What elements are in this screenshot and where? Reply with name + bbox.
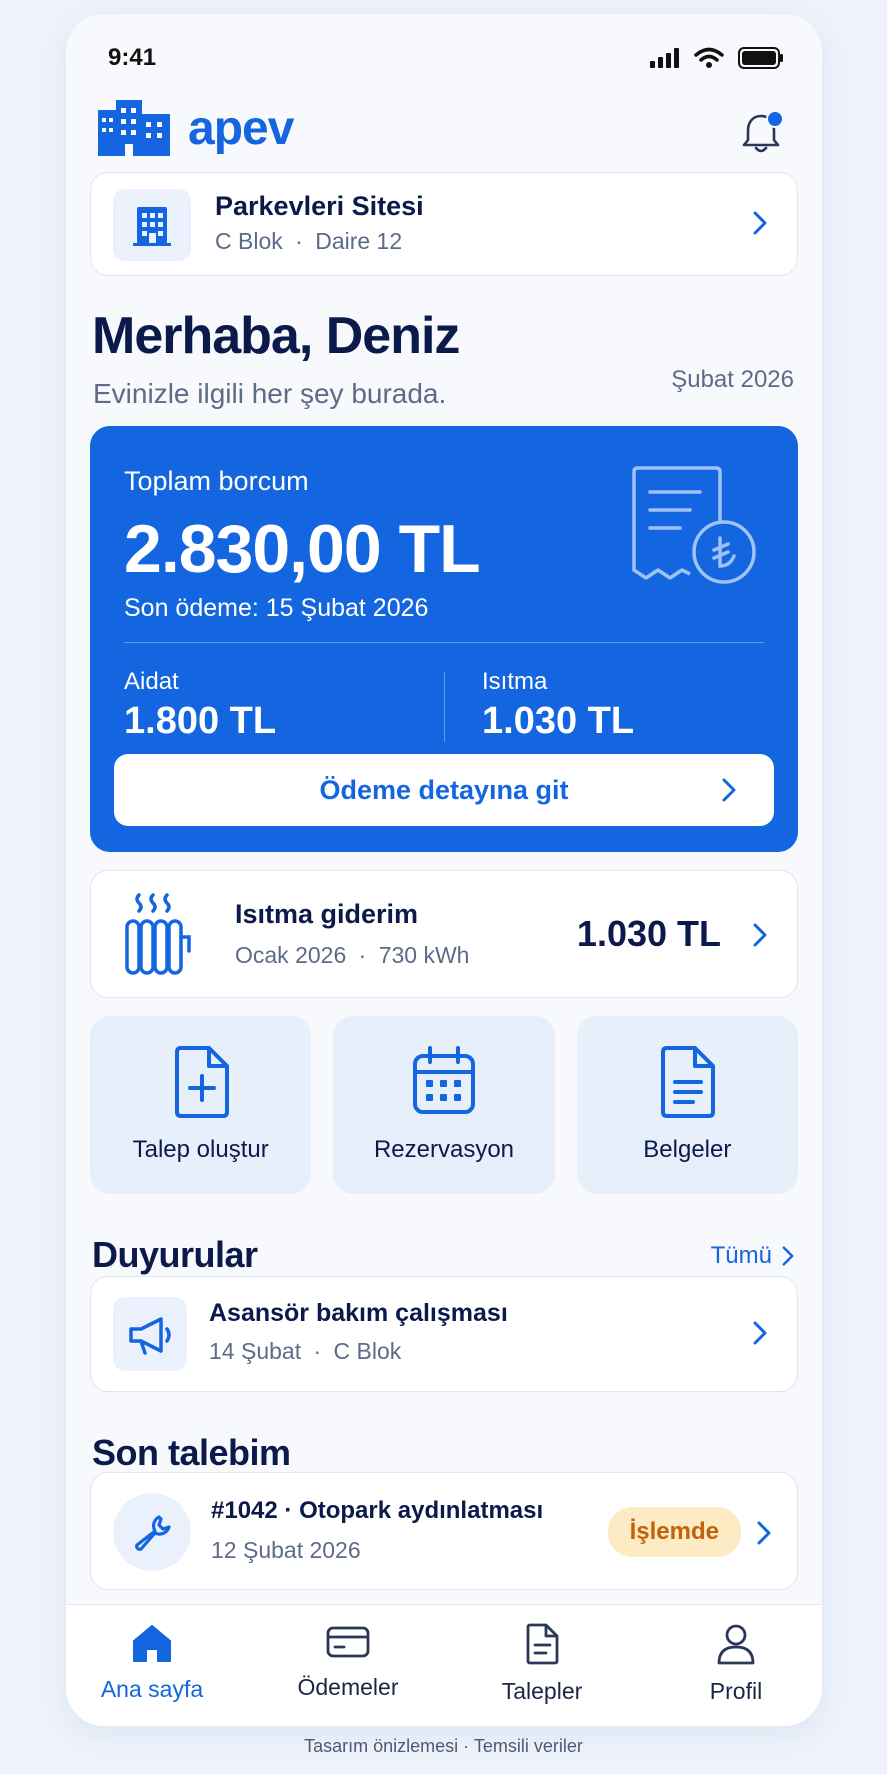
chevron-right-icon bbox=[753, 211, 767, 235]
divider bbox=[124, 642, 764, 643]
separator: · bbox=[295, 228, 303, 254]
phone-frame: 9:41 apev Parkevleri Sitesi C Blok · Dai… bbox=[66, 14, 822, 1726]
user-icon bbox=[717, 1624, 755, 1665]
bell-icon bbox=[742, 110, 784, 153]
preview-footer: Tasarım önizlemesi · Temsili veriler bbox=[304, 1736, 583, 1756]
debt-summary-card: Toplam borcum 2.830,00 TL Son ödeme: 15 … bbox=[90, 426, 798, 852]
signal-icon bbox=[650, 48, 679, 68]
chevron-right-icon bbox=[753, 923, 767, 947]
greeting-subtitle: Evinizle ilgili her şey burada. bbox=[93, 378, 447, 409]
battery-icon bbox=[738, 47, 783, 69]
create-request-tile[interactable]: Talep oluştur bbox=[90, 1016, 312, 1194]
nav-home[interactable]: Ana sayfa bbox=[72, 1623, 232, 1703]
separator: · bbox=[358, 942, 367, 968]
announcements-heading: Duyurular bbox=[92, 1234, 258, 1275]
heating-expense-card[interactable]: Isıtma giderim Ocak 2026 · 730 kWh 1.030… bbox=[90, 870, 798, 998]
nav-profile[interactable]: Profil bbox=[656, 1623, 816, 1705]
file-plus-icon bbox=[174, 1046, 229, 1118]
documents-tile[interactable]: Belgeler bbox=[576, 1016, 798, 1194]
request-title: #1042 · Otopark aydınlatması bbox=[211, 1497, 544, 1524]
building-icon bbox=[133, 207, 171, 246]
site-selector[interactable]: Parkevleri Sitesi C Blok · Daire 12 bbox=[90, 172, 798, 276]
chevron-right-icon bbox=[722, 778, 736, 802]
calendar-icon bbox=[412, 1046, 475, 1114]
reservation-label: Rezervasyon bbox=[373, 1136, 515, 1163]
wrench-icon bbox=[135, 1515, 171, 1551]
site-apartment: Daire 12 bbox=[315, 228, 403, 254]
chevron-right-icon bbox=[757, 1521, 771, 1545]
separator: · bbox=[313, 1338, 322, 1364]
app-logo: apev bbox=[96, 100, 294, 156]
megaphone-icon bbox=[129, 1317, 171, 1355]
debt-label: Toplam borcum bbox=[124, 466, 309, 496]
nav-home-label: Ana sayfa bbox=[100, 1676, 204, 1702]
receipt-lira-icon bbox=[632, 466, 756, 584]
radiator-icon bbox=[125, 893, 191, 975]
greeting-title: Merhaba, Deniz bbox=[92, 307, 460, 365]
request-date: 12 Şubat 2026 bbox=[211, 1537, 361, 1563]
quick-actions: Talep oluştur Rezervasyon Belgeler bbox=[90, 1016, 798, 1194]
nav-requests[interactable]: Talepler bbox=[462, 1623, 622, 1705]
nav-profile-label: Profil bbox=[709, 1678, 763, 1704]
payment-detail-label: Ödeme detayına git bbox=[319, 774, 569, 805]
create-request-label: Talep oluştur bbox=[132, 1136, 269, 1163]
status-time: 9:41 bbox=[108, 44, 157, 71]
heating-value: 1.030 TL bbox=[482, 700, 635, 742]
status-badge: İşlemde bbox=[607, 1507, 741, 1557]
nav-requests-label: Talepler bbox=[501, 1678, 583, 1704]
buildings-logo-icon bbox=[98, 100, 170, 156]
heating-label: Isıtma bbox=[482, 668, 548, 695]
debt-amount: 2.830,00 TL bbox=[124, 511, 481, 587]
divider-vertical bbox=[444, 672, 445, 742]
app-name: apev bbox=[188, 101, 294, 155]
chevron-right-icon bbox=[753, 1321, 767, 1345]
heating-meta: Ocak 2026 · 730 kWh bbox=[235, 942, 469, 969]
announcement-date: 14 Şubat bbox=[209, 1338, 302, 1364]
last-request-heading: Son talebim bbox=[92, 1432, 291, 1473]
heating-period: Ocak 2026 bbox=[235, 942, 347, 968]
status-icons bbox=[650, 47, 784, 69]
nav-payments[interactable]: Ödemeler bbox=[268, 1623, 428, 1701]
notifications-button[interactable] bbox=[740, 110, 784, 156]
chevron-right-icon bbox=[782, 1246, 794, 1266]
announcement-item[interactable]: Asansör bakım çalışması 14 Şubat · C Blo… bbox=[90, 1276, 798, 1392]
document-icon bbox=[526, 1623, 559, 1665]
announcement-block: C Blok bbox=[333, 1338, 402, 1364]
building-icon-box bbox=[113, 189, 191, 261]
reservation-tile[interactable]: Rezervasyon bbox=[333, 1016, 555, 1194]
site-block: C Blok bbox=[215, 228, 283, 254]
nav-payments-label: Ödemeler bbox=[297, 1674, 399, 1700]
document-icon bbox=[661, 1046, 716, 1118]
site-name: Parkevleri Sitesi bbox=[215, 191, 424, 221]
dues-label: Aidat bbox=[124, 668, 179, 695]
site-unit: C Blok · Daire 12 bbox=[215, 228, 424, 255]
status-bar: 9:41 bbox=[66, 14, 822, 78]
wifi-icon bbox=[694, 47, 724, 68]
heating-amount: 1.030 TL bbox=[576, 913, 721, 954]
announcement-meta: 14 Şubat · C Blok bbox=[209, 1338, 508, 1365]
card-icon bbox=[326, 1626, 370, 1658]
see-all-label: Tümü bbox=[710, 1242, 772, 1269]
announcement-title: Asansör bakım çalışması bbox=[209, 1299, 508, 1327]
last-request-item[interactable]: #1042 · Otopark aydınlatması 12 Şubat 20… bbox=[90, 1472, 798, 1590]
current-month: Şubat 2026 bbox=[671, 366, 794, 393]
dues-value: 1.800 TL bbox=[124, 700, 277, 742]
home-icon bbox=[133, 1625, 171, 1662]
payment-detail-button[interactable]: Ödeme detayına git bbox=[114, 754, 774, 826]
documents-label: Belgeler bbox=[643, 1136, 732, 1163]
see-all-link[interactable]: Tümü bbox=[711, 1242, 772, 1270]
heating-title: Isıtma giderim bbox=[235, 899, 419, 929]
heating-usage: 730 kWh bbox=[378, 942, 470, 968]
bottom-navigation: Ana sayfa Ödemeler Talepler Profil bbox=[66, 1604, 822, 1726]
app-bar: apev bbox=[66, 92, 822, 174]
debt-due-date: Son ödeme: 15 Şubat 2026 bbox=[124, 594, 429, 622]
